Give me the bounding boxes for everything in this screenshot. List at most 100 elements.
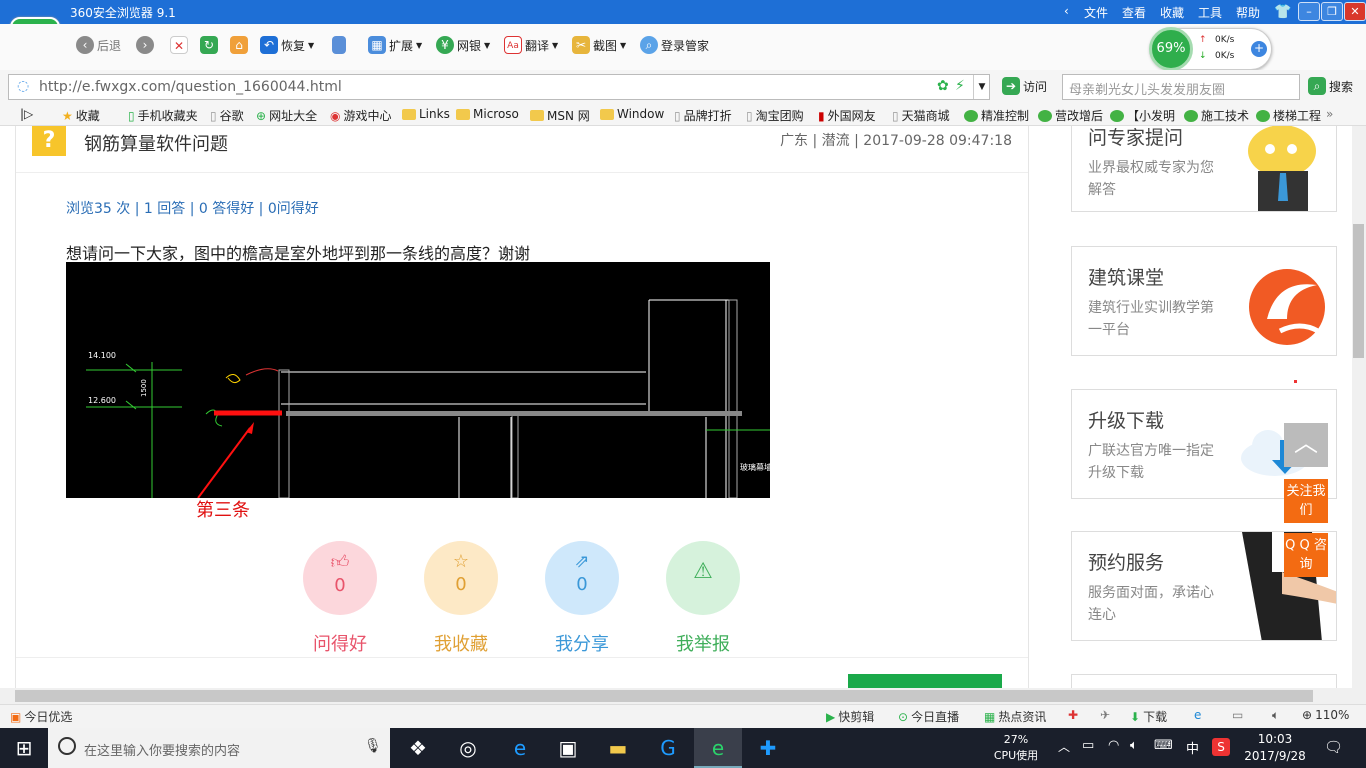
more-chevron-icon[interactable]: » (1326, 107, 1333, 121)
ie-icon[interactable]: e (1194, 708, 1201, 722)
stop-button[interactable]: ✕ (170, 36, 188, 54)
bookmark-item[interactable]: ▯ 品牌打折 (674, 107, 732, 124)
bookmark-folder[interactable]: Microso (456, 107, 519, 121)
ime-indicator[interactable]: 中 (1186, 738, 1199, 757)
ad-building-class[interactable]: 建筑课堂 建筑行业实训教学第一平台 (1071, 246, 1337, 356)
network-speed-widget[interactable]: 69% ↑ 0K/s ↓ 0K/s + (1149, 27, 1272, 71)
favorite-label[interactable]: 我收藏 (411, 630, 511, 656)
taskbar-app-glodon[interactable]: G (644, 728, 692, 768)
speaker-icon[interactable]: 🔈︎ (1130, 738, 1138, 753)
bookmark-item[interactable]: ▯ 淘宝团购 (746, 107, 804, 124)
forward-button[interactable]: › (136, 36, 154, 54)
login-manager-button[interactable]: ⌕ 登录管家 (640, 36, 709, 54)
bookmark-item[interactable]: 营改增后 (1038, 107, 1103, 124)
quick-edit[interactable]: ▶ 快剪辑 (826, 708, 874, 725)
bookmark-item[interactable]: ▮ 外国网友 (818, 107, 876, 124)
start-button[interactable]: ⊞ (0, 728, 48, 768)
volume-icon[interactable]: 🔈︎ (1272, 708, 1279, 723)
bookmark-item[interactable]: ▯ 手机收藏夹 (128, 107, 198, 124)
taskbar-search[interactable]: 在这里输入你要搜索的内容 🎙︎ (48, 728, 390, 768)
restore-button[interactable]: ❐ (1321, 2, 1343, 21)
address-dropdown[interactable]: ▼ (973, 75, 990, 99)
qq-consult-button[interactable]: Q Q 咨询 (1284, 533, 1328, 577)
downloads[interactable]: ⬇ 下载 (1130, 708, 1167, 725)
menu-file[interactable]: 文件 (1084, 4, 1108, 21)
bookmark-item[interactable]: 【小发明 (1110, 107, 1175, 124)
taskbar-app-chrome[interactable]: ◎ (444, 728, 492, 768)
answer-button[interactable] (848, 674, 1002, 688)
accelerate-icon[interactable]: ✿ (937, 78, 949, 94)
search-input[interactable]: 母亲剃光女儿头发发朋友圈 (1062, 74, 1300, 100)
bookmark-item[interactable]: ▯ 天猫商城 (892, 107, 950, 124)
lightning-icon[interactable]: ⚡ (955, 78, 965, 94)
bookmark-item[interactable]: ◉ 游戏中心 (330, 107, 392, 124)
zoom-level[interactable]: ⊕ 110% (1302, 708, 1349, 722)
refresh-button[interactable]: ↻ (200, 36, 218, 54)
vertical-scrollbar[interactable] (1352, 126, 1366, 688)
bookmark-folder[interactable]: Window (600, 107, 664, 121)
cpu-usage[interactable]: 27% CPU使用 (990, 732, 1042, 764)
bookmark-item[interactable]: 楼梯工程 (1256, 107, 1321, 124)
follow-us-button[interactable]: 关注我们 (1284, 479, 1328, 523)
translate-button[interactable]: Aa 翻译 ▼ (504, 36, 558, 54)
hot-news[interactable]: ▦ 热点资讯 (984, 708, 1046, 725)
restore-tab-button[interactable]: ↶ 恢复 ▼ (260, 36, 314, 54)
chevron-left-icon[interactable]: ‹ (1064, 4, 1069, 18)
menu-tools[interactable]: 工具 (1198, 4, 1222, 21)
menu-help[interactable]: 帮助 (1236, 4, 1260, 21)
wifi-icon[interactable]: ◠ (1108, 738, 1119, 753)
question-stats[interactable]: 浏览35 次 | 1 回答 | 0 答得好 | 0问得好 (66, 198, 319, 218)
horizontal-scroll-thumb[interactable] (15, 690, 1313, 702)
window-icon[interactable]: ▭ (1232, 708, 1243, 722)
tools-icon[interactable]: ✈ (1100, 708, 1110, 722)
share-label[interactable]: 我分享 (532, 630, 632, 656)
sidebar-toggle-icon[interactable]: |▷ (20, 107, 33, 121)
like-label[interactable]: 问得好 (290, 630, 390, 656)
keyboard-icon[interactable]: ⌨ (1154, 738, 1173, 753)
vertical-scroll-thumb[interactable] (1353, 224, 1364, 358)
bookmark-item[interactable]: ⊕ 网址大全 (256, 107, 317, 124)
taskbar-app-explorer[interactable]: ▬ (594, 728, 642, 768)
sogou-icon[interactable]: S (1212, 738, 1230, 756)
bookmark-folder[interactable]: MSN 网 (530, 107, 590, 124)
notification-icon[interactable]: 🗨︎ (1324, 738, 1343, 756)
bookmark-item[interactable]: 施工技术 (1184, 107, 1249, 124)
plus-icon[interactable]: + (1251, 41, 1267, 57)
bank-button[interactable]: ¥ 网银 ▼ (436, 36, 490, 54)
close-button[interactable]: ✕ (1344, 2, 1366, 21)
taskbar-app-teamviewer[interactable]: ✚ (744, 728, 792, 768)
today-picks[interactable]: ▣ 今日优选 (10, 708, 72, 725)
back-button[interactable]: ‹ 后退 (76, 36, 121, 54)
favorite-button[interactable]: ☆ 0 (424, 541, 498, 615)
ad-next[interactable] (1071, 674, 1337, 688)
report-label[interactable]: 我举报 (653, 630, 753, 656)
address-bar[interactable]: ◌ http://e.fwxgx.com/question_1660044.ht… (8, 74, 990, 100)
menu-favorites[interactable]: 收藏 (1160, 4, 1184, 21)
report-button[interactable]: ⚠ (666, 541, 740, 615)
visit-button[interactable]: ➔ 访问 (1002, 77, 1047, 95)
bookmark-item[interactable]: 精准控制 (964, 107, 1029, 124)
share-button[interactable]: ⇗ 0 (545, 541, 619, 615)
battery-icon[interactable]: ▭ (1082, 738, 1094, 753)
taskbar-app-store[interactable]: ▣ (544, 728, 592, 768)
back-to-top-button[interactable]: ︿ (1284, 423, 1328, 467)
url-text[interactable]: http://e.fwxgx.com/question_1660044.html (39, 79, 342, 95)
ad-ask-expert[interactable]: 问专家提问 业界最权威专家为您解答 (1071, 126, 1337, 212)
screenshot-button[interactable]: ✂ 截图 ▼ (572, 36, 626, 54)
menu-view[interactable]: 查看 (1122, 4, 1146, 21)
tray-chevron-icon[interactable]: ︿ (1058, 738, 1070, 755)
search-button[interactable]: ⌕ 搜索 (1308, 77, 1353, 95)
home-button[interactable]: ⌂ (230, 36, 248, 54)
bookmark-favorites[interactable]: ★ 收藏 (62, 107, 100, 124)
taskbar-app-edge[interactable]: e (496, 728, 544, 768)
like-button[interactable]: 👍︎ 0 (303, 541, 377, 615)
minimize-button[interactable]: – (1298, 2, 1320, 21)
bookmark-folder[interactable]: Links (402, 107, 450, 121)
bookmark-item[interactable]: ▯ 谷歌 (210, 107, 244, 124)
task-view-button[interactable]: ❖ (394, 728, 442, 768)
medical-icon[interactable]: ✚ (1068, 708, 1078, 722)
taskbar-app-360-browser[interactable]: e (694, 728, 742, 768)
clock[interactable]: 10:03 2017/9/28 (1242, 731, 1308, 765)
extend-button[interactable]: ▦ 扩展 ▼ (368, 36, 422, 54)
phone-button[interactable] (332, 36, 346, 54)
